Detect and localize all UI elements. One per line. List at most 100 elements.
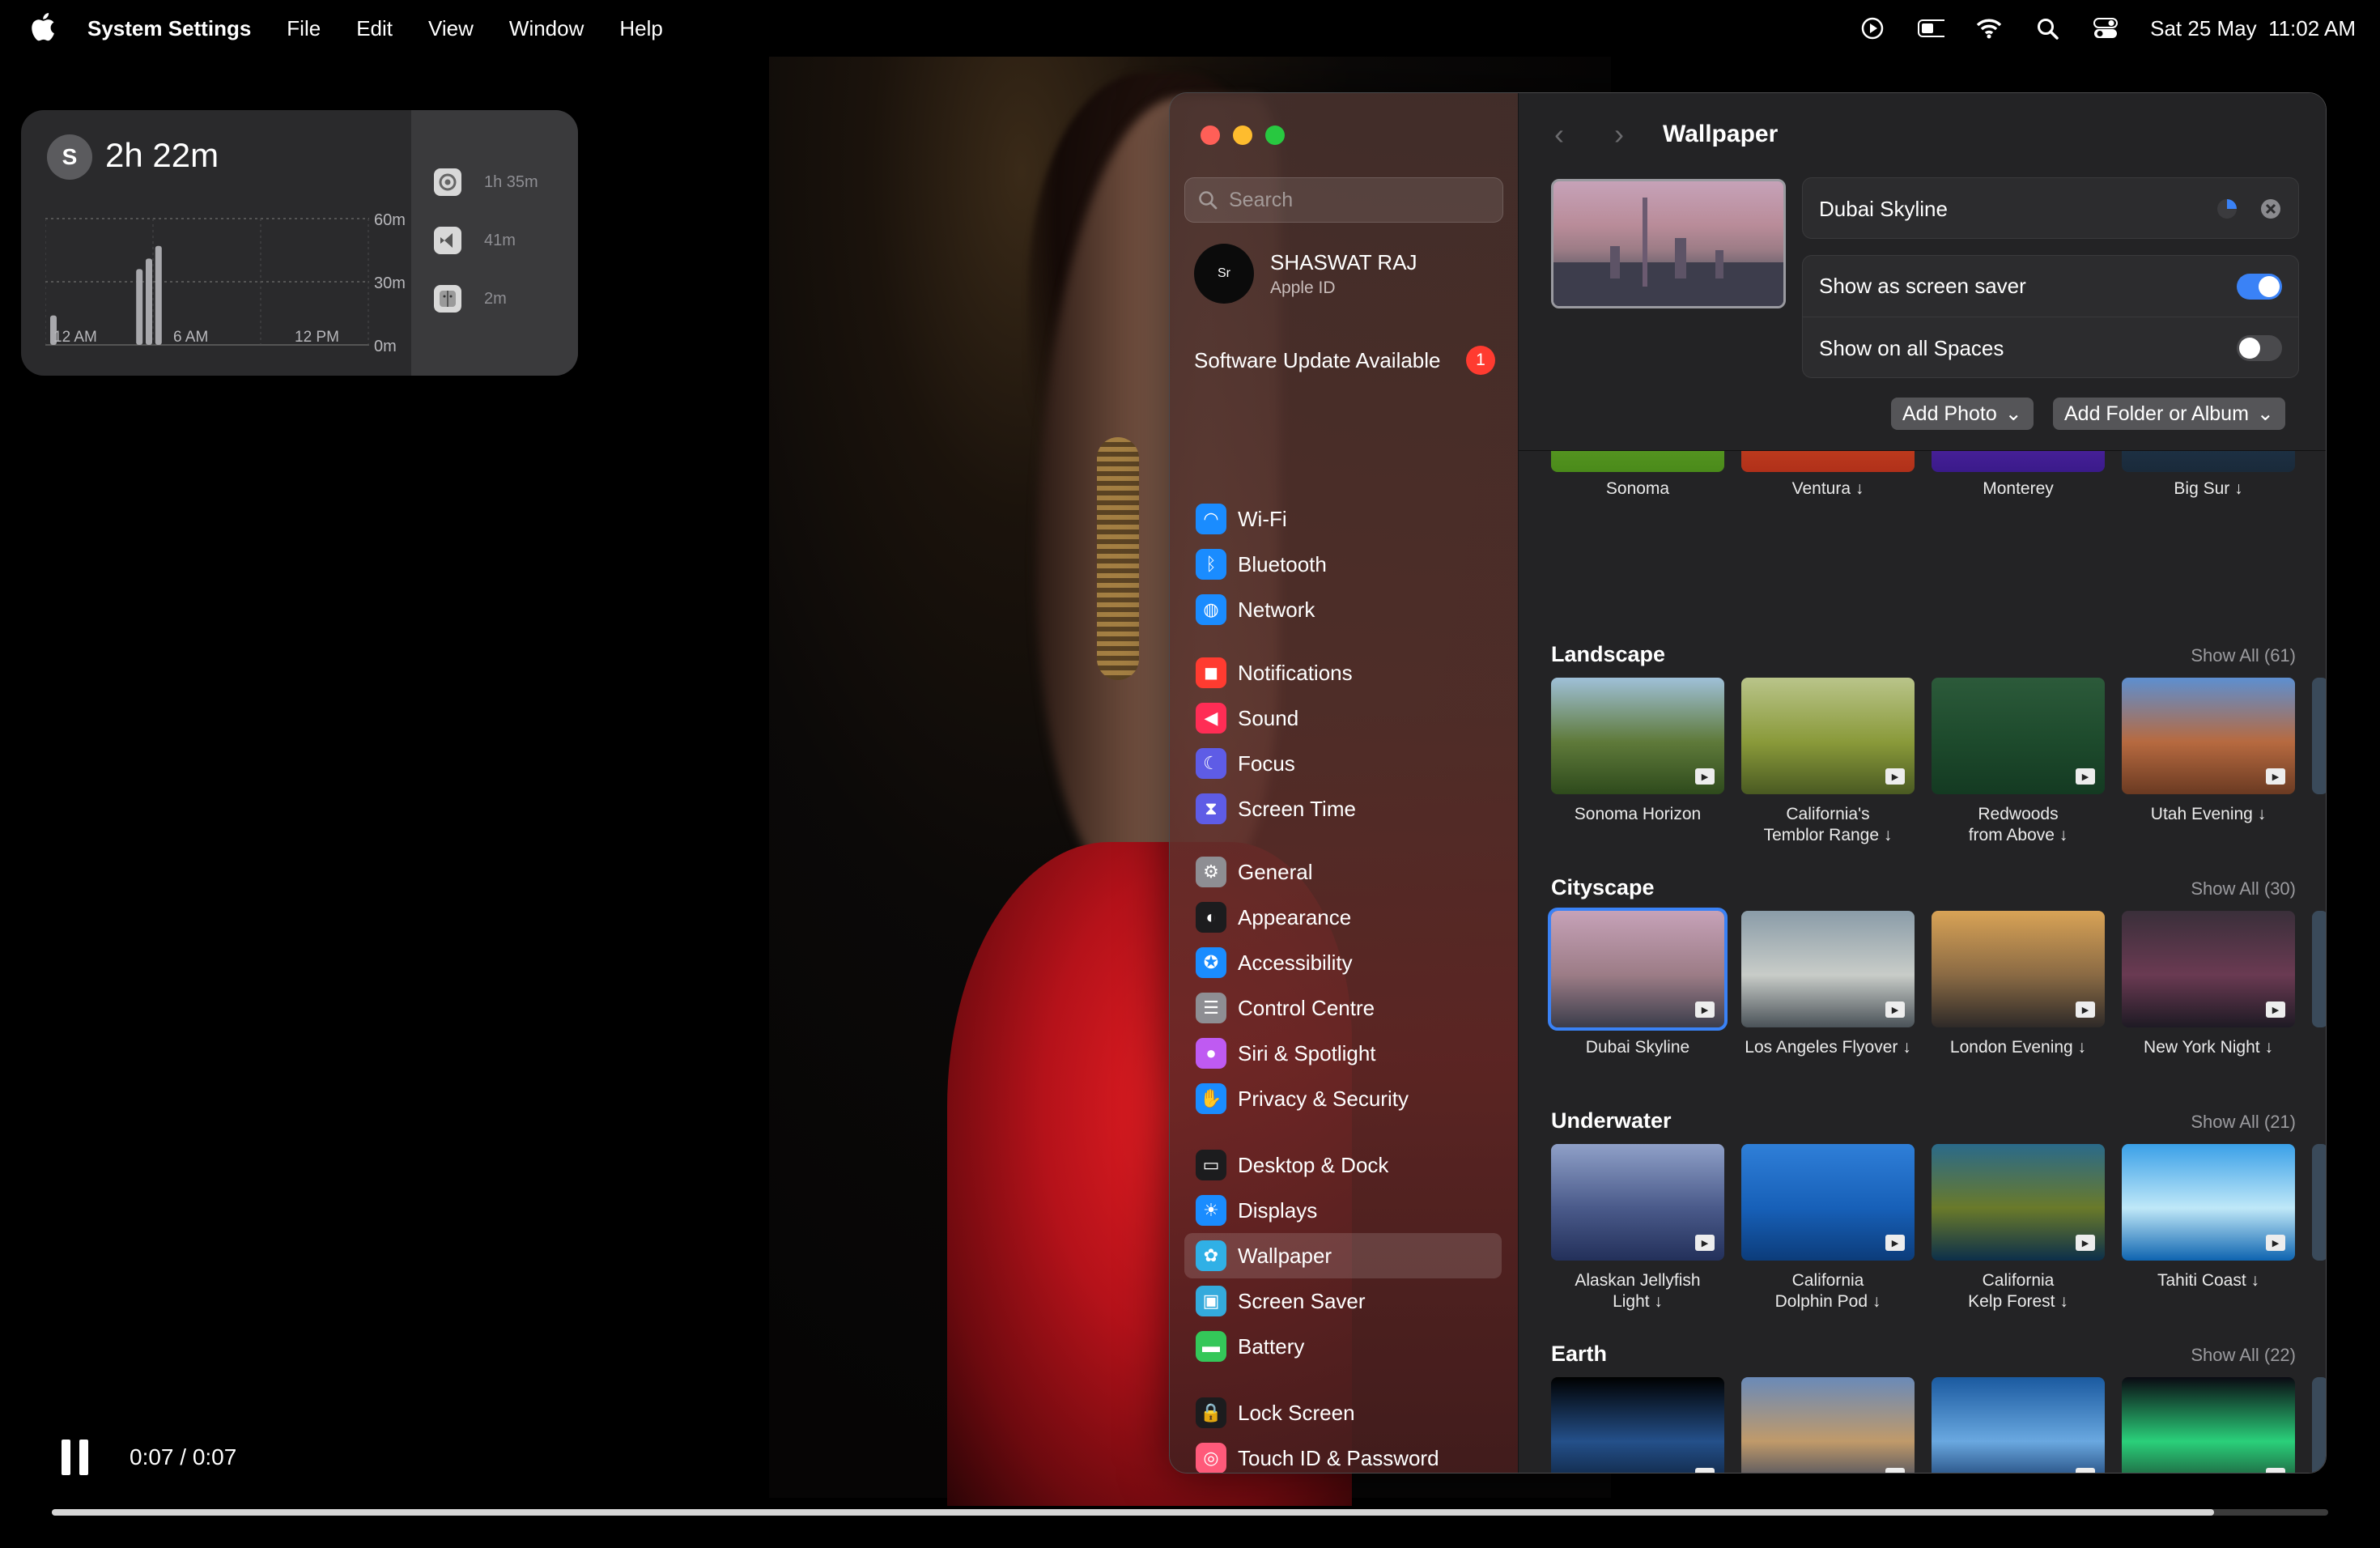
- sidebar-item-appearance[interactable]: ◐ Appearance: [1184, 895, 1502, 940]
- wallpaper-thumb-label: Sonoma: [1605, 479, 1670, 498]
- wallpaper-thumb[interactable]: ▶: [2122, 1144, 2295, 1261]
- sidebar-item-battery[interactable]: ▬ Battery: [1184, 1324, 1502, 1369]
- show-all-spaces-toggle[interactable]: [2237, 335, 2282, 361]
- wallpaper-thumb-label: New York Night ↓: [2144, 1038, 2273, 1057]
- wallpaper-thumb[interactable]: ▶: [1551, 1144, 1724, 1261]
- show-all-button[interactable]: Show All (61): [2191, 645, 2296, 666]
- dock-icon: ▭: [1196, 1150, 1226, 1180]
- current-wallpaper-preview: [1551, 179, 1786, 308]
- show-all-button[interactable]: Show All (21): [2191, 1112, 2296, 1133]
- wallpaper-thumb[interactable]: [1741, 451, 1915, 472]
- back-arrow-icon[interactable]: ‹: [1554, 117, 1564, 151]
- software-update-row[interactable]: Software Update Available 1: [1194, 346, 1495, 375]
- wallpaper-thumb[interactable]: [2122, 451, 2295, 472]
- wallpaper-thumb[interactable]: ▶: [1932, 911, 2105, 1027]
- sidebar-item-touch-id-password[interactable]: ◎ Touch ID & Password: [1184, 1435, 1502, 1473]
- close-window-button[interactable]: [1201, 125, 1220, 145]
- sidebar-item-siri-spotlight[interactable]: ● Siri & Spotlight: [1184, 1031, 1502, 1076]
- sidebar-item-label: Wi-Fi: [1238, 506, 1287, 531]
- wallpaper-thumb[interactable]: [1551, 451, 1724, 472]
- wallpaper-thumb[interactable]: ▶: [1548, 908, 1728, 1031]
- top-app-time: 41m: [484, 231, 516, 249]
- wallpaper-thumb[interactable]: ▶: [1932, 1377, 2105, 1473]
- wallpaper-thumb-partial[interactable]: [2312, 1377, 2326, 1473]
- wallpaper-thumb[interactable]: ▶: [2122, 678, 2295, 794]
- y-tick-60m: 60m: [374, 211, 406, 229]
- sidebar-item-general[interactable]: ⚙ General: [1184, 849, 1502, 895]
- chevron-down-icon: ⌄: [2256, 402, 2274, 425]
- sidebar-item-wallpaper[interactable]: ✿ Wallpaper: [1184, 1233, 1502, 1278]
- sidebar-item-wi-fi[interactable]: ◠ Wi-Fi: [1184, 496, 1502, 542]
- window-menu[interactable]: Window: [509, 16, 584, 41]
- video-progress-bar[interactable]: [52, 1509, 2328, 1516]
- wallpaper-gallery[interactable]: Sonoma Ventura ↓ Monterey Big Sur ↓ Landsca…: [1519, 451, 2326, 1473]
- top-app-row: 2m: [434, 285, 507, 313]
- view-menu[interactable]: View: [428, 16, 474, 41]
- apple-id-account[interactable]: Sr SHASWAT RAJ Apple ID: [1194, 244, 1417, 304]
- sidebar-search-input[interactable]: Search: [1184, 177, 1503, 223]
- wallpaper-thumb[interactable]: ▶: [2122, 911, 2295, 1027]
- sidebar-item-privacy-security[interactable]: ✋ Privacy & Security: [1184, 1076, 1502, 1121]
- edit-menu[interactable]: Edit: [356, 16, 393, 41]
- wallpaper-thumb[interactable]: ▶: [1551, 678, 1724, 794]
- wallpaper-thumb-label: Redwoods from Above ↓: [1968, 805, 2068, 844]
- sidebar-item-bluetooth[interactable]: ᛒ Bluetooth: [1184, 542, 1502, 587]
- video-badge-icon: ▶: [1695, 768, 1715, 785]
- show-screen-saver-toggle[interactable]: [2237, 273, 2282, 300]
- wallpaper-thumb[interactable]: [1932, 451, 2105, 472]
- video-badge-icon: ▶: [1695, 1002, 1715, 1018]
- zoom-window-button[interactable]: [1265, 125, 1285, 145]
- add-folder-button[interactable]: Add Folder or Album ⌄: [2053, 398, 2285, 430]
- sidebar-item-displays[interactable]: ☀ Displays: [1184, 1188, 1502, 1233]
- file-menu[interactable]: File: [287, 16, 321, 41]
- cancel-download-icon[interactable]: [2259, 198, 2282, 220]
- system-settings-window: Search Sr SHASWAT RAJ Apple ID Software …: [1169, 92, 2327, 1474]
- wallpaper-thumb[interactable]: ▶: [1741, 1144, 1915, 1261]
- sidebar-item-notifications[interactable]: ◼ Notifications: [1184, 650, 1502, 695]
- sidebar-item-control-centre[interactable]: ☰ Control Centre: [1184, 985, 1502, 1031]
- sidebar-item-screen-time[interactable]: ⧗ Screen Time: [1184, 786, 1502, 831]
- sidebar-item-lock-screen[interactable]: 🔒 Lock Screen: [1184, 1390, 1502, 1435]
- wallpaper-name-card: Dubai Skyline: [1802, 177, 2299, 239]
- wallpaper-thumb[interactable]: ▶: [1741, 1377, 1915, 1473]
- wallpaper-thumb-partial[interactable]: [2312, 911, 2326, 1027]
- sidebar-item-network[interactable]: ◍ Network: [1184, 587, 1502, 632]
- wallpaper-thumb-label: California Dolphin Pod ↓: [1774, 1271, 1881, 1311]
- wifi-status-icon[interactable]: [1975, 15, 2003, 42]
- wallpaper-thumb-label: Ventura ↓: [1791, 479, 1864, 498]
- sidebar-item-screen-saver[interactable]: ▣ Screen Saver: [1184, 1278, 1502, 1324]
- x-tick-12pm-label: 12 PM: [295, 329, 339, 346]
- minimize-window-button[interactable]: [1233, 125, 1252, 145]
- apple-menu-icon[interactable]: [31, 12, 58, 45]
- spotlight-search-icon[interactable]: [2034, 15, 2061, 42]
- wallpaper-thumb-label: California Kelp Forest ↓: [1968, 1271, 2068, 1311]
- sidebar-item-focus[interactable]: ☾ Focus: [1184, 741, 1502, 786]
- sidebar-item-accessibility[interactable]: ✪ Accessibility: [1184, 940, 1502, 985]
- show-all-button[interactable]: Show All (22): [2191, 1345, 2296, 1366]
- wallpaper-thumb-partial[interactable]: [2312, 678, 2326, 794]
- control-centre-menubar-icon[interactable]: [2092, 15, 2119, 42]
- add-photo-button[interactable]: Add Photo ⌄: [1891, 398, 2034, 430]
- wallpaper-thumb[interactable]: ▶: [1741, 911, 1915, 1027]
- help-menu[interactable]: Help: [619, 16, 662, 41]
- menubar-clock[interactable]: Sat 25 May 11:02 AM: [2150, 16, 2356, 41]
- battery-status-icon[interactable]: [1917, 15, 1945, 42]
- show-screen-saver-label: Show as screen saver: [1819, 274, 2026, 298]
- show-all-button[interactable]: Show All (30): [2191, 878, 2296, 899]
- wallpaper-thumb[interactable]: ▶: [1932, 678, 2105, 794]
- wallpaper-thumb-label: Sonoma Horizon: [1574, 805, 1702, 823]
- forward-arrow-icon[interactable]: ›: [1614, 117, 1624, 151]
- wallpaper-thumb[interactable]: ▶: [1551, 1377, 1724, 1473]
- wallpaper-thumb[interactable]: ▶: [2122, 1377, 2295, 1473]
- download-progress-icon: [2217, 199, 2237, 219]
- speaker-icon: ◀: [1196, 703, 1226, 734]
- wallpaper-thumb-partial[interactable]: [2312, 1144, 2326, 1261]
- screen-time-widget[interactable]: S 2h 22m 60m 30m 0m 12 AM 12 AM 6 AM 12 …: [21, 110, 578, 376]
- app-name-menu[interactable]: System Settings: [87, 16, 251, 41]
- wallpaper-thumb[interactable]: ▶: [1932, 1144, 2105, 1261]
- now-playing-icon[interactable]: [1859, 15, 1886, 42]
- sidebar-item-sound[interactable]: ◀ Sound: [1184, 695, 1502, 741]
- wallpaper-thumb[interactable]: ▶: [1741, 678, 1915, 794]
- sidebar-item-desktop-dock[interactable]: ▭ Desktop & Dock: [1184, 1142, 1502, 1188]
- pause-button[interactable]: [62, 1440, 94, 1475]
